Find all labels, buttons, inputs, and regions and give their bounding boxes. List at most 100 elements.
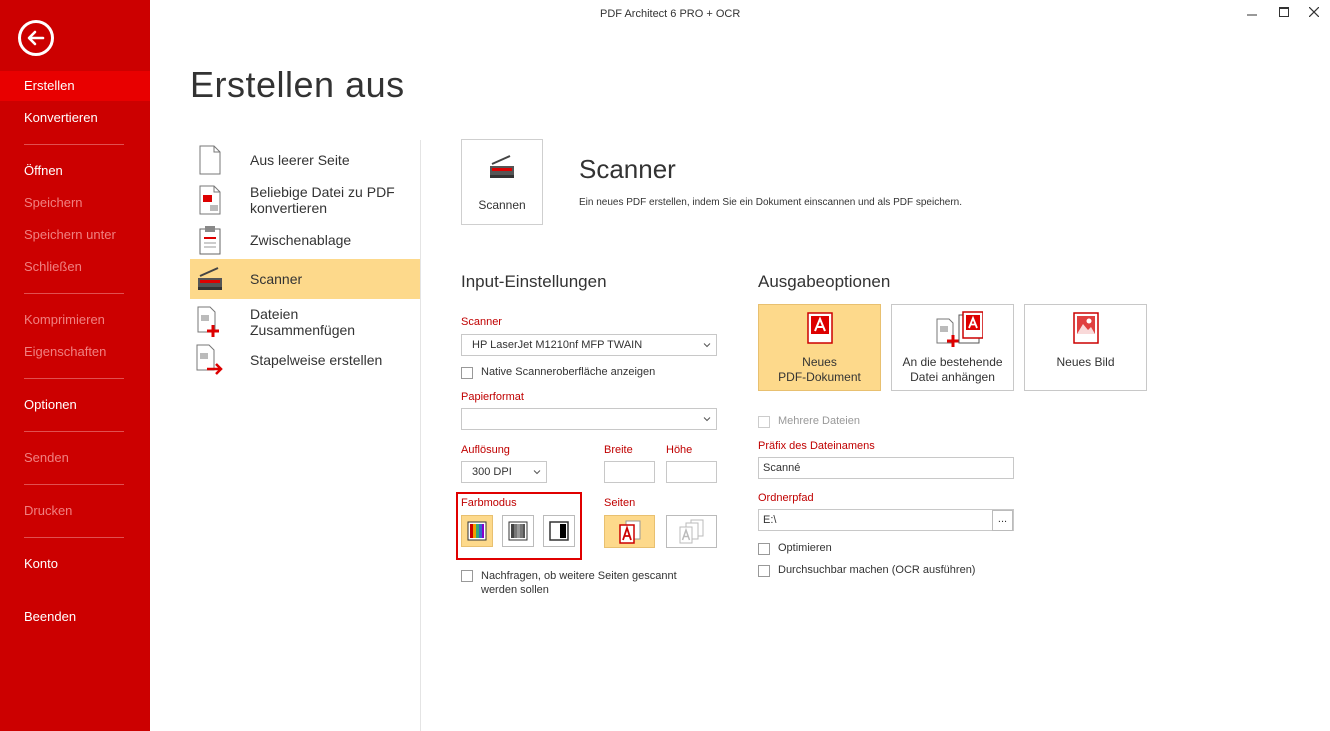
create-item-merge-files[interactable]: Dateien Zusammenfügen: [190, 304, 420, 340]
create-item-label: Zwischenablage: [250, 232, 352, 248]
sidebar: Erstellen Konvertieren Öffnen Speichern …: [0, 0, 150, 731]
browse-button[interactable]: ...: [992, 510, 1013, 531]
output-new-image-tile[interactable]: Neues Bild: [1024, 304, 1147, 391]
minimize-icon[interactable]: [1244, 4, 1260, 20]
scanner-select-value: HP LaserJet M1210nf MFP TWAIN: [472, 339, 643, 351]
checkbox-label: Native Scanneroberfläche anzeigen: [481, 366, 656, 378]
scanner-icon: [190, 263, 230, 295]
sidebar-divider: [24, 293, 124, 294]
scan-button[interactable]: Scannen: [461, 139, 543, 225]
width-input[interactable]: [604, 461, 655, 483]
folder-path-label: Ordnerpfad: [758, 492, 814, 504]
scanner-label: Scanner: [461, 316, 502, 328]
create-item-label: Aus leerer Seite: [250, 152, 350, 168]
width-label: Breite: [604, 444, 633, 456]
blank-page-icon: [190, 144, 230, 176]
sidebar-item-eigenschaften[interactable]: Eigenschaften: [0, 337, 150, 367]
create-item-label: Beliebige Datei zu PDF konvertieren: [250, 184, 395, 216]
sidebar-item-schliessen[interactable]: Schließen: [0, 252, 150, 282]
tile-label-line2: Datei anhängen: [910, 370, 995, 384]
checkbox-label: Durchsuchbar machen (OCR ausführen): [778, 564, 976, 576]
multi-page-icon: [679, 519, 703, 543]
output-append-tile[interactable]: An die bestehende Datei anhängen: [891, 304, 1014, 391]
sidebar-item-senden[interactable]: Senden: [0, 443, 150, 473]
checkbox-box[interactable]: [461, 367, 473, 379]
native-ui-checkbox[interactable]: Native Scanneroberfläche anzeigen: [461, 366, 655, 379]
create-item-label: Scanner: [250, 271, 303, 287]
checkbox-label: Nachfragen, ob weitere Seiten gescannt w…: [481, 570, 677, 596]
color-mode-highlight: [456, 492, 582, 560]
sidebar-item-speichern[interactable]: Speichern: [0, 188, 150, 218]
batch-create-icon: [190, 344, 230, 376]
sidebar-item-oeffnen[interactable]: Öffnen: [0, 156, 150, 186]
pages-single-button[interactable]: [604, 515, 655, 548]
tile-label-line1: Neues: [802, 355, 837, 369]
new-pdf-icon: [759, 311, 880, 345]
sidebar-item-erstellen[interactable]: Erstellen: [0, 71, 150, 101]
close-icon[interactable]: [1306, 4, 1322, 20]
window-title: PDF Architect 6 PRO + OCR: [600, 8, 741, 20]
height-input[interactable]: [666, 461, 717, 483]
create-item-scanner[interactable]: Scanner: [190, 259, 420, 299]
output-options-title: Ausgabeoptionen: [758, 272, 891, 291]
checkbox-box[interactable]: [758, 565, 770, 577]
pdf-file-icon: [190, 184, 230, 216]
sidebar-divider: [24, 378, 124, 379]
checkbox-box[interactable]: [758, 416, 770, 428]
create-item-blank-page[interactable]: Aus leerer Seite: [190, 144, 420, 176]
scanner-icon: [488, 154, 516, 185]
resolution-label: Auflösung: [461, 444, 510, 456]
resolution-select[interactable]: 300 DPI: [461, 461, 547, 483]
resolution-value: 300 DPI: [472, 466, 512, 478]
create-item-batch[interactable]: Stapelweise erstellen: [190, 343, 420, 377]
back-arrow-icon[interactable]: [18, 20, 54, 56]
new-image-icon: [1025, 311, 1146, 345]
vertical-divider: [420, 140, 421, 731]
sidebar-item-beenden[interactable]: Beenden: [0, 602, 150, 632]
clipboard-icon: [190, 224, 230, 256]
tile-label-line2: PDF-Dokument: [778, 370, 861, 384]
single-page-icon: [618, 520, 640, 544]
create-item-clipboard[interactable]: Zwischenablage: [190, 224, 420, 256]
paper-format-select[interactable]: [461, 408, 717, 430]
maximize-icon[interactable]: [1276, 4, 1292, 20]
output-new-pdf-tile[interactable]: Neues PDF-Dokument: [758, 304, 881, 391]
scanner-title: Scanner: [579, 154, 676, 184]
prefix-label: Präfix des Dateinamens: [758, 440, 875, 452]
merge-files-icon: [190, 306, 230, 338]
sidebar-item-konvertieren[interactable]: Konvertieren: [0, 103, 150, 133]
optimize-checkbox[interactable]: Optimieren: [758, 542, 832, 555]
tile-label-line1: Neues Bild: [1056, 355, 1115, 369]
sidebar-item-optionen[interactable]: Optionen: [0, 390, 150, 420]
create-item-convert-file[interactable]: Beliebige Datei zu PDF konvertieren: [190, 182, 420, 218]
chevron-down-icon: [533, 470, 541, 475]
checkbox-label: Mehrere Dateien: [778, 415, 860, 427]
checkbox-box[interactable]: [461, 570, 473, 582]
sidebar-divider: [24, 431, 124, 432]
prefix-input[interactable]: Scanné: [758, 457, 1014, 479]
sidebar-item-speichern-unter[interactable]: Speichern unter: [0, 220, 150, 250]
tile-label-line1: An die bestehende: [902, 355, 1003, 369]
sidebar-item-drucken[interactable]: Drucken: [0, 496, 150, 526]
scanner-select[interactable]: HP LaserJet M1210nf MFP TWAIN: [461, 334, 717, 356]
append-file-icon: [892, 311, 1013, 349]
create-item-label: Stapelweise erstellen: [250, 352, 383, 368]
sidebar-item-komprimieren[interactable]: Komprimieren: [0, 305, 150, 335]
ask-more-pages-checkbox[interactable]: Nachfragen, ob weitere Seiten gescannt w…: [461, 569, 711, 597]
sidebar-item-konto[interactable]: Konto: [0, 549, 150, 579]
ocr-checkbox[interactable]: Durchsuchbar machen (OCR ausführen): [758, 564, 975, 577]
paper-format-label: Papierformat: [461, 391, 524, 403]
checkbox-box[interactable]: [758, 543, 770, 555]
scanner-description: Ein neues PDF erstellen, indem Sie ein D…: [579, 197, 962, 208]
pages-multi-button[interactable]: [666, 515, 717, 548]
sidebar-divider: [24, 484, 124, 485]
input-settings-title: Input-Einstellungen: [461, 272, 607, 291]
height-label: Höhe: [666, 444, 693, 456]
chevron-down-icon: [703, 343, 711, 348]
multiple-files-checkbox[interactable]: Mehrere Dateien: [758, 415, 860, 428]
folder-path-input[interactable]: E:\: [758, 509, 1014, 531]
sidebar-divider: [24, 144, 124, 145]
chevron-down-icon: [703, 417, 711, 422]
pages-label: Seiten: [604, 497, 636, 509]
create-item-label: Dateien Zusammenfügen: [250, 306, 356, 338]
